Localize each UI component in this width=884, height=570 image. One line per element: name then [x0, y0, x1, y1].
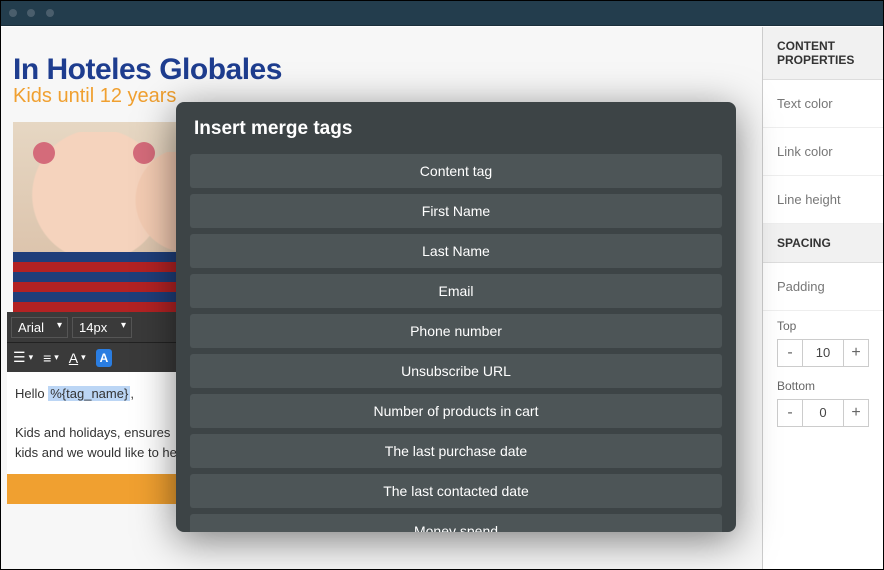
line-height-row[interactable]: Line height: [763, 176, 883, 224]
merge-tag-option[interactable]: Money spend: [190, 514, 722, 532]
bottom-label: Bottom: [777, 379, 869, 393]
editor-canvas: In Hoteles Globales Kids until 12 years …: [1, 27, 762, 569]
top-value[interactable]: 10: [803, 339, 843, 367]
spacing-heading: SPACING: [763, 224, 883, 263]
greeting-suffix: ,: [130, 386, 134, 401]
bottom-increment-button[interactable]: +: [843, 399, 869, 427]
merge-tag-option[interactable]: First Name: [190, 194, 722, 228]
merge-tag-option[interactable]: Last Name: [190, 234, 722, 268]
merge-tag-option[interactable]: Phone number: [190, 314, 722, 348]
merge-tag-option[interactable]: Number of products in cart: [190, 394, 722, 428]
merge-tag-option[interactable]: The last purchase date: [190, 434, 722, 468]
bottom-value[interactable]: 0: [803, 399, 843, 427]
ordered-list-icon[interactable]: ☰▾: [13, 349, 33, 366]
unordered-list-icon[interactable]: ≡▾: [43, 350, 59, 366]
content-properties-heading: CONTENT PROPERTIES: [763, 27, 883, 80]
insert-merge-tags-modal: Insert merge tags Content tag First Name…: [176, 102, 736, 532]
traffic-lights: [9, 4, 60, 22]
modal-title: Insert merge tags: [176, 102, 736, 154]
traffic-light-dot: [46, 9, 54, 17]
text-color-row[interactable]: Text color: [763, 80, 883, 128]
properties-sidebar: CONTENT PROPERTIES Text color Link color…: [762, 27, 883, 569]
highlight-icon[interactable]: A: [96, 349, 113, 367]
body-line: Kids and holidays, ensures: [15, 425, 170, 440]
bottom-decrement-button[interactable]: -: [777, 399, 803, 427]
merge-tag-option[interactable]: Content tag: [190, 154, 722, 188]
traffic-light-dot: [9, 9, 17, 17]
traffic-light-dot: [27, 9, 35, 17]
merge-tag-option[interactable]: Email: [190, 274, 722, 308]
window-titlebar: [1, 1, 883, 26]
font-size-select[interactable]: 14px: [72, 317, 132, 338]
merge-token[interactable]: %{tag_name}: [48, 386, 130, 401]
top-increment-button[interactable]: +: [843, 339, 869, 367]
merge-tag-option[interactable]: The last contacted date: [190, 474, 722, 508]
greeting-prefix: Hello: [15, 386, 45, 401]
text-color-icon[interactable]: A▾: [69, 350, 86, 366]
merge-tag-option[interactable]: Unsubscribe URL: [190, 354, 722, 388]
font-family-select[interactable]: Arial: [11, 317, 68, 338]
body-line: kids and we would like to he: [15, 445, 177, 460]
link-color-row[interactable]: Link color: [763, 128, 883, 176]
top-label: Top: [777, 319, 869, 333]
padding-row[interactable]: Padding: [763, 263, 883, 311]
merge-tag-list: Content tag First Name Last Name Email P…: [176, 154, 736, 532]
top-decrement-button[interactable]: -: [777, 339, 803, 367]
email-headline: In Hoteles Globales: [13, 53, 531, 87]
